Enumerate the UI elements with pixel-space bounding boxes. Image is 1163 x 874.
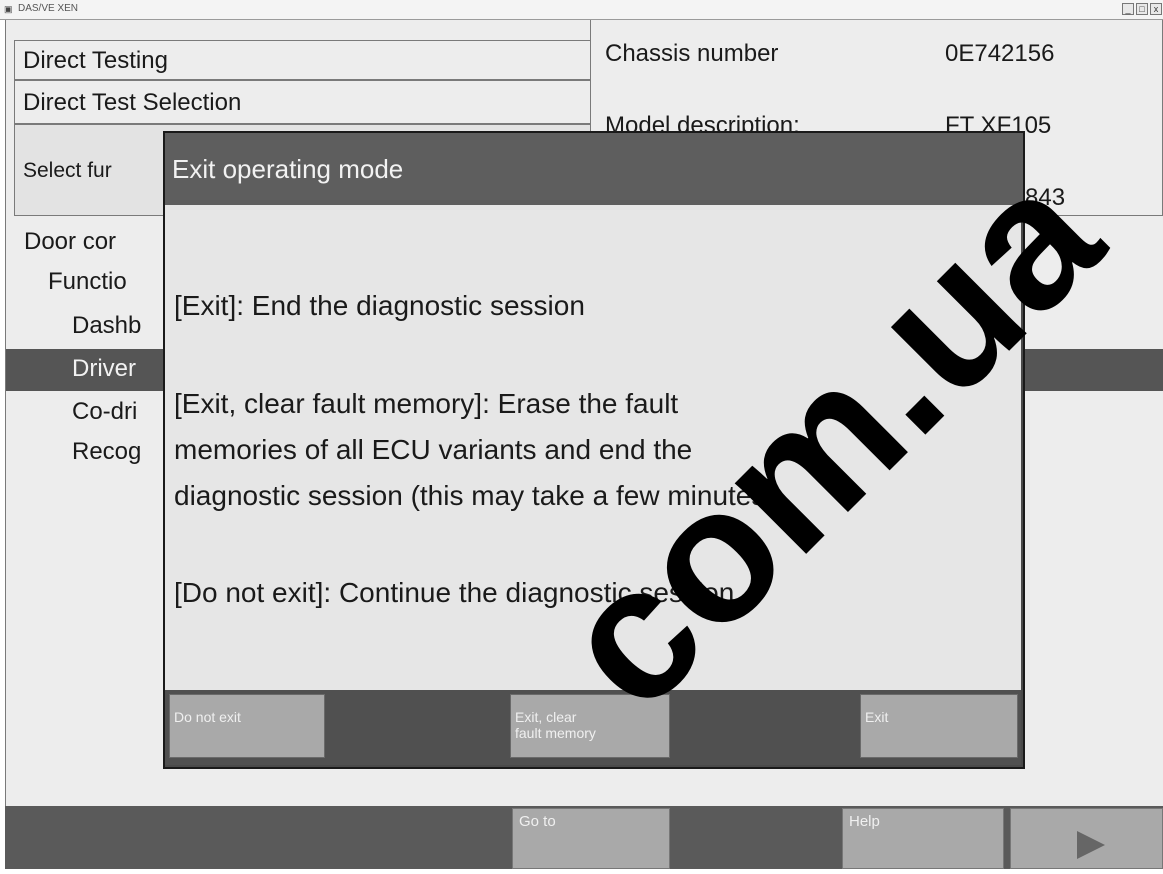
maximize-button[interactable]: □ [1136, 3, 1148, 15]
page-subtitle: Direct Test Selection [14, 80, 592, 124]
window-title-bar [0, 0, 1163, 20]
next-button[interactable] [1010, 808, 1163, 869]
window-title: DAS/VE XEN [18, 3, 79, 14]
chassis-number-value: 0E742156 [945, 40, 1055, 67]
exit-clear-label-line1: Exit, clear [515, 709, 577, 725]
help-button[interactable]: Help [842, 808, 1004, 869]
tree-item[interactable]: Co-dri [72, 396, 137, 428]
tree-item[interactable]: Recog [72, 436, 141, 468]
dialog-message-do-not-exit: [Do not exit]: Continue the diagnostic s… [174, 577, 735, 608]
app-logo-icon: ▣ [4, 4, 13, 14]
dialog-message-clear-line3: diagnostic session (this may take a few … [174, 480, 775, 511]
goto-button[interactable]: Go to [512, 808, 670, 869]
do-not-exit-button[interactable]: Do not exit [169, 694, 325, 758]
exit-button[interactable]: Exit [860, 694, 1018, 758]
dialog-message-exit: [Exit]: End the diagnostic session [174, 290, 585, 321]
dialog-message-clear-line2: memories of all ECU variants and end the [174, 434, 693, 465]
dialog-title: Exit operating mode [172, 154, 404, 184]
tree-item[interactable]: Dashb [72, 310, 141, 342]
dialog-message-clear-line1: [Exit, clear fault memory]: Erase the fa… [174, 388, 679, 419]
page-title: Direct Testing [14, 40, 592, 80]
exit-clear-label-line2: fault memory [515, 725, 596, 741]
tree-item[interactable]: Functio [48, 266, 127, 298]
tree-item-selected[interactable]: Driver [72, 353, 136, 385]
tree-item[interactable]: Door cor [24, 226, 116, 258]
chassis-number-label: Chassis number [605, 40, 779, 67]
close-button[interactable]: x [1150, 3, 1162, 15]
exit-clear-fault-memory-button[interactable]: Exit, clear fault memory [510, 694, 670, 758]
play-arrow-icon [1077, 831, 1105, 859]
minimize-button[interactable]: _ [1122, 3, 1134, 15]
vehicle-info-value: 843 [1025, 184, 1066, 211]
